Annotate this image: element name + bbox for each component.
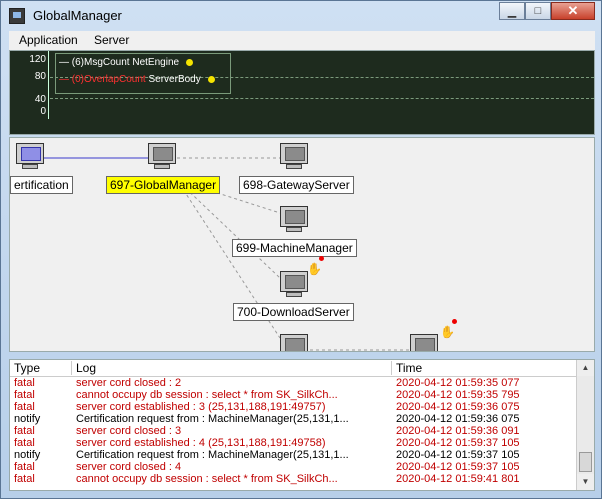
minimize-icon: ▁ — [507, 5, 517, 18]
column-type[interactable]: Type — [10, 361, 72, 375]
cell-log: Certification request from : MachineMana… — [76, 413, 349, 425]
table-row[interactable]: fatal cannot occupy db session : select *… — [10, 389, 578, 401]
table-row[interactable]: fatal server cord closed : 3 2020-04-12 01… — [10, 425, 578, 437]
cell-time: 2020-04-12 01:59:36 075 — [396, 413, 520, 425]
legend-swatch-overlapcount: — — [59, 74, 69, 85]
node-machinemanager-label[interactable]: 699-MachineManager — [232, 239, 357, 257]
cell-time: 2020-04-12 01:59:37 105 — [396, 449, 520, 461]
cell-type: fatal — [14, 425, 35, 437]
table-row[interactable]: notify Certification request from : Machi… — [10, 449, 578, 461]
cell-time: 2020-04-12 01:59:35 795 — [396, 389, 520, 401]
app-icon — [9, 8, 25, 24]
log-scrollbar[interactable]: ▲ ▼ — [576, 360, 594, 490]
cell-time: 2020-04-12 01:59:35 077 — [396, 377, 520, 389]
alert-dot-icon — [319, 256, 324, 261]
node-globalmanager-monitor[interactable] — [148, 143, 178, 171]
y-tick-40: 40 — [34, 94, 46, 105]
legend-row-overlapcount: — (0)OverlapCount ServerBody — [59, 74, 215, 85]
menu-server[interactable]: Server — [94, 33, 129, 47]
node-machinemanager-monitor[interactable] — [280, 206, 310, 234]
cell-log: server cord closed : 3 — [76, 425, 182, 437]
graph-legend: — (6)MsgCount NetEngine — (0)OverlapCoun… — [55, 53, 231, 94]
alert-dot-icon — [452, 319, 457, 324]
y-axis — [48, 51, 49, 119]
server-diagram: ertification 697-GlobalManager 698-Gatew… — [9, 137, 595, 352]
node-gatewayserver-monitor[interactable] — [280, 143, 310, 171]
legend-target-netengine: NetEngine — [132, 57, 180, 68]
cell-time: 2020-04-12 01:59:41 801 — [396, 473, 520, 485]
log-rows: fatal server cord closed : 2 2020-04-12 01… — [10, 377, 578, 485]
node-gatewayserver-label[interactable]: 698-GatewayServer — [239, 176, 354, 194]
table-row[interactable]: fatal cannot occupy db session : select *… — [10, 473, 578, 485]
window-title: GlobalManager — [33, 8, 122, 23]
scroll-up-icon[interactable]: ▲ — [577, 360, 594, 376]
node-partial-monitor-2[interactable] — [410, 334, 440, 351]
cell-type: notify — [14, 449, 41, 461]
cell-time: 2020-04-12 01:59:37 105 — [396, 461, 520, 473]
cell-type: fatal — [14, 473, 35, 485]
cell-log: Certification request from : MachineMana… — [76, 449, 349, 461]
y-tick-120: 120 — [29, 54, 46, 65]
gridline-40 — [50, 98, 594, 99]
cell-type: fatal — [14, 461, 35, 473]
main-window: GlobalManager ▁ □ ✕ Application Server 1… — [0, 0, 602, 499]
cell-log: server cord closed : 2 — [76, 377, 182, 389]
cell-type: fatal — [14, 377, 35, 389]
alert-hand-icon: ✋ — [440, 325, 455, 339]
cell-log: server cord closed : 4 — [76, 461, 182, 473]
cell-type: fatal — [14, 437, 35, 449]
y-tick-0: 0 — [40, 106, 46, 117]
node-globalmanager-label[interactable]: 697-GlobalManager — [106, 176, 221, 194]
legend-swatch-msgcount: — — [59, 57, 69, 68]
node-certification-monitor[interactable] — [16, 143, 46, 171]
menu-bar: Application Server — [9, 31, 595, 51]
maximize-icon: □ — [534, 5, 542, 17]
alert-hand-icon: ✋ — [307, 262, 322, 276]
cell-type: fatal — [14, 401, 35, 413]
table-row[interactable]: fatal server cord established : 3 (25,131… — [10, 401, 578, 413]
legend-target-serverbody: ServerBody — [148, 74, 201, 85]
legend-row-msgcount: — (6)MsgCount NetEngine — [59, 57, 193, 68]
node-partial-monitor-1[interactable] — [280, 334, 310, 351]
legend-dot-icon — [207, 75, 215, 83]
cell-time: 2020-04-12 01:59:36 075 — [396, 401, 520, 413]
log-header: Type Log Time — [10, 360, 578, 377]
column-log[interactable]: Log — [72, 361, 392, 375]
title-bar[interactable]: GlobalManager ▁ □ ✕ — [1, 1, 601, 31]
y-tick-80: 80 — [34, 71, 46, 82]
node-downloadserver-label[interactable]: 700-DownloadServer — [233, 303, 354, 321]
scroll-thumb[interactable] — [579, 452, 592, 472]
cell-time: 2020-04-12 01:59:36 091 — [396, 425, 520, 437]
window-controls: ▁ □ ✕ — [499, 2, 595, 21]
legend-label-overlapcount: (0)OverlapCount — [71, 74, 146, 85]
menu-application[interactable]: Application — [19, 33, 78, 47]
cell-type: fatal — [14, 389, 35, 401]
scroll-down-icon[interactable]: ▼ — [577, 474, 594, 490]
table-row[interactable]: fatal server cord closed : 4 2020-04-12 01… — [10, 461, 578, 473]
legend-label-msgcount: (6)MsgCount — [71, 57, 130, 68]
close-icon: ✕ — [567, 3, 579, 18]
cell-log: cannot occupy db session : select * from… — [76, 389, 338, 401]
table-row[interactable]: fatal server cord closed : 2 2020-04-12 01… — [10, 377, 578, 389]
minimize-button[interactable]: ▁ — [499, 2, 525, 20]
close-button[interactable]: ✕ — [551, 2, 595, 20]
table-row[interactable]: notify Certification request from : Machi… — [10, 413, 578, 425]
cell-time: 2020-04-12 01:59:37 105 — [396, 437, 520, 449]
node-certification-label[interactable]: ertification — [10, 176, 73, 194]
legend-dot-icon — [185, 58, 193, 66]
cell-log: cannot occupy db session : select * from… — [76, 473, 338, 485]
node-downloadserver-monitor[interactable] — [280, 271, 310, 299]
message-graph: 120 80 40 0 — (6)MsgCount NetEngine — (0… — [9, 50, 595, 135]
cell-log: server cord established : 4 (25,131,188,… — [76, 437, 326, 449]
cell-log: server cord established : 3 (25,131,188,… — [76, 401, 326, 413]
log-table: Type Log Time fatal server cord closed : … — [9, 359, 595, 491]
table-row[interactable]: fatal server cord established : 4 (25,131… — [10, 437, 578, 449]
column-time[interactable]: Time — [392, 361, 578, 375]
cell-type: notify — [14, 413, 41, 425]
maximize-button[interactable]: □ — [525, 2, 551, 20]
